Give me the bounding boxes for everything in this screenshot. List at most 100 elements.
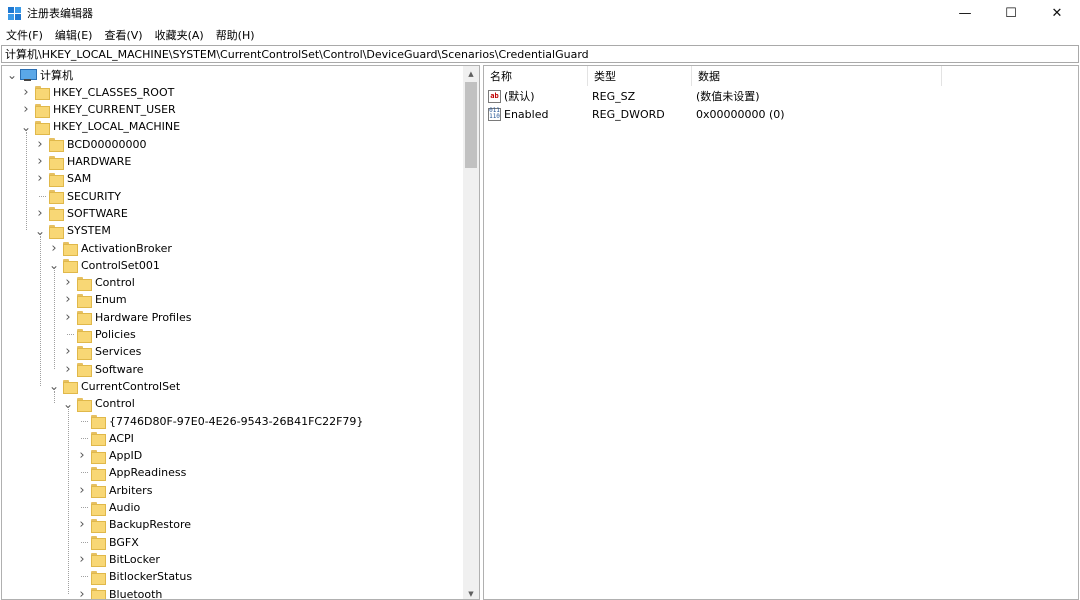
tree-node[interactable]: › Services (62, 343, 141, 360)
tree-node-label: SYSTEM (67, 224, 111, 238)
minimize-button[interactable]: — (942, 0, 988, 26)
column-header-name[interactable]: 名称 (484, 66, 588, 86)
chevron-right-icon[interactable]: › (20, 102, 32, 117)
computer-icon (20, 69, 37, 81)
value-type: REG_SZ (592, 89, 636, 103)
chevron-right-icon[interactable]: › (76, 587, 88, 600)
list-header: 名称 类型 数据 (484, 66, 942, 86)
tree-node[interactable]: ⌄ Control (62, 395, 135, 412)
tree-node[interactable]: › Bluetooth (76, 586, 163, 600)
folder-icon (77, 345, 92, 360)
regedit-app-icon (8, 6, 21, 20)
folder-icon (91, 415, 106, 429)
chevron-right-icon[interactable]: › (76, 483, 88, 498)
tree-node-label: HKEY_CURRENT_USER (53, 103, 176, 117)
folder-icon (63, 380, 78, 395)
tree-guide-line (40, 235, 41, 386)
tree-node[interactable]: Audio (76, 499, 140, 516)
tree-node[interactable]: › BackupRestore (76, 516, 191, 533)
tree-node[interactable]: BitlockerStatus (76, 568, 192, 585)
value-row[interactable]: 011 110 Enabled REG_DWORD 0x00000000 (0) (484, 105, 942, 123)
chevron-right-icon[interactable]: › (62, 344, 74, 359)
tree-node-label: SAM (67, 172, 92, 186)
chevron-right-icon[interactable]: › (34, 171, 46, 186)
tree-vertical-scrollbar[interactable]: ▲ ▼ (463, 66, 479, 599)
address-bar[interactable]: 计算机\HKEY_LOCAL_MACHINE\SYSTEM\CurrentCon… (1, 45, 1079, 63)
tree-node[interactable]: › BitLocker (76, 551, 160, 568)
chevron-down-icon[interactable]: ⌄ (6, 69, 18, 81)
column-header-type[interactable]: 类型 (588, 66, 692, 86)
tree-connector (34, 190, 46, 202)
tree-node[interactable]: › HKEY_CLASSES_ROOT (20, 84, 174, 101)
tree-connector (76, 571, 88, 583)
tree-node[interactable]: Policies (62, 326, 136, 343)
tree-node[interactable]: › Software (62, 361, 144, 378)
chevron-right-icon[interactable]: › (62, 292, 74, 307)
tree-node-label: Hardware Profiles (95, 310, 192, 324)
chevron-right-icon[interactable]: › (76, 517, 88, 532)
chevron-right-icon[interactable]: › (48, 241, 60, 256)
chevron-right-icon[interactable]: › (20, 85, 32, 100)
chevron-right-icon[interactable]: › (76, 552, 88, 567)
tree-node[interactable]: SECURITY (34, 188, 121, 205)
tree-node-label: AppID (109, 449, 143, 463)
tree-node[interactable]: › SAM (34, 170, 91, 187)
value-row[interactable]: ab (默认) REG_SZ (数值未设置) (484, 87, 942, 105)
close-button[interactable]: ✕ (1034, 0, 1080, 26)
tree-node[interactable]: BGFX (76, 534, 139, 551)
tree-node[interactable]: ⌄ HKEY_LOCAL_MACHINE (20, 118, 180, 135)
tree-node[interactable]: ⌄ ControlSet001 (48, 257, 160, 274)
tree-node-label: ControlSet001 (81, 258, 160, 272)
tree-node[interactable]: › Enum (62, 291, 127, 308)
window-controls: — ☐ ✕ (942, 0, 1080, 26)
scroll-up-arrow-icon[interactable]: ▲ (463, 66, 479, 81)
folder-icon (91, 518, 106, 533)
chevron-right-icon[interactable]: › (34, 206, 46, 221)
tree-node-label: Policies (95, 328, 136, 341)
tree-node[interactable]: › HARDWARE (34, 153, 131, 170)
menu-edit[interactable]: 编辑(E) (49, 27, 99, 43)
folder-icon (35, 103, 50, 118)
tree-node[interactable]: › HKEY_CURRENT_USER (20, 101, 176, 118)
tree-node-label: SECURITY (67, 189, 121, 203)
value-data: 0x00000000 (0) (696, 107, 785, 121)
tree-node-label: Bluetooth (109, 587, 163, 600)
tree-node[interactable]: {7746D80F-97E0-4E26-9543-26B41FC22F79} (76, 413, 363, 430)
tree-node[interactable]: › AppID (76, 447, 142, 464)
tree-node[interactable]: › Arbiters (76, 482, 152, 499)
tree-node[interactable]: ACPI (76, 430, 134, 447)
chevron-right-icon[interactable]: › (34, 137, 46, 152)
tree-node-label: 计算机 (40, 69, 73, 82)
tree-node[interactable]: › SOFTWARE (34, 205, 128, 222)
scroll-thumb[interactable] (465, 82, 477, 168)
tree-node[interactable]: ⌄ CurrentControlSet (48, 378, 180, 395)
folder-icon (91, 536, 106, 551)
tree-node[interactable]: › ActivationBroker (48, 240, 172, 257)
value-type: REG_DWORD (592, 107, 665, 121)
chevron-right-icon[interactable]: › (62, 310, 74, 325)
tree-node[interactable]: AppReadiness (76, 464, 186, 481)
tree-connector (76, 502, 88, 514)
chevron-right-icon[interactable]: › (62, 362, 74, 377)
menu-file[interactable]: 文件(F) (0, 27, 49, 43)
menu-favorites[interactable]: 收藏夹(A) (149, 27, 210, 43)
chevron-right-icon[interactable]: › (76, 448, 88, 463)
tree-node[interactable]: ⌄ 计算机 (6, 67, 73, 84)
key-tree-pane: ⌄ 计算机 › HKEY_CLASSES_ROOT › HKEY_CURRENT_USER… (1, 65, 480, 600)
menu-help[interactable]: 帮助(H) (210, 27, 261, 43)
tree-node-label: Arbiters (109, 483, 153, 497)
tree-node[interactable]: › Hardware Profiles (62, 309, 192, 326)
chevron-right-icon[interactable]: › (62, 275, 74, 290)
title-bar: 注册表编辑器 — ☐ ✕ (0, 0, 1080, 26)
maximize-button[interactable]: ☐ (988, 0, 1034, 26)
folder-icon (77, 293, 92, 308)
tree-node[interactable]: › Control (62, 274, 135, 291)
scroll-down-arrow-icon[interactable]: ▼ (463, 586, 479, 599)
chevron-right-icon[interactable]: › (34, 154, 46, 169)
column-header-data[interactable]: 数据 (692, 66, 942, 86)
folder-icon (91, 570, 106, 585)
tree-connector (76, 467, 88, 479)
menu-view[interactable]: 查看(V) (98, 27, 148, 43)
tree-node[interactable]: › BCD00000000 (34, 136, 147, 153)
tree-node[interactable]: ⌄ SYSTEM (34, 222, 111, 239)
